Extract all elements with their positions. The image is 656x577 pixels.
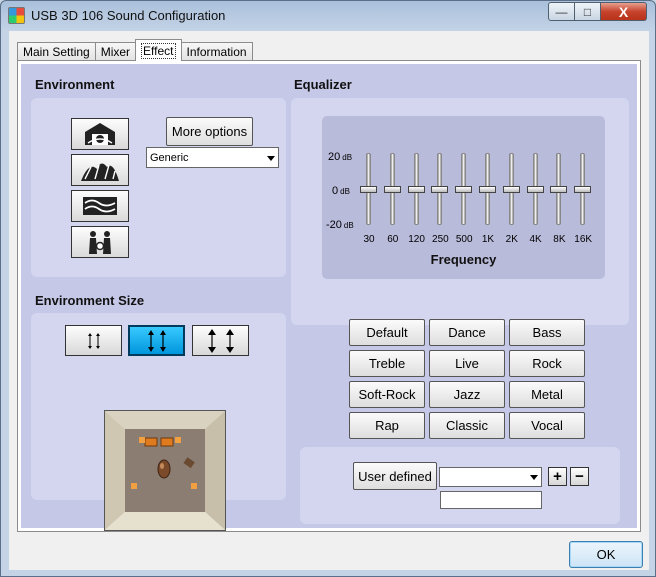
slider-thumb[interactable]	[431, 185, 449, 193]
small-size-icon[interactable]	[65, 325, 122, 356]
tab-label: Mixer	[100, 45, 131, 59]
eq-slider-30[interactable]	[357, 153, 381, 227]
slider-thumb[interactable]	[502, 185, 520, 193]
app-icon	[8, 7, 25, 24]
large-size-icon[interactable]	[192, 325, 249, 356]
concert-hall-icon[interactable]	[71, 154, 129, 186]
preset-classic-button[interactable]: Classic	[429, 412, 505, 439]
slider-thumb[interactable]	[479, 185, 496, 193]
eq-slider-16K[interactable]	[571, 153, 595, 227]
eq-slider-60[interactable]	[381, 153, 405, 227]
environment-title: Environment	[35, 77, 115, 92]
living-room-icon[interactable]	[71, 118, 129, 150]
eq-slider-1K[interactable]	[476, 153, 500, 227]
eq-slider-2K[interactable]	[500, 153, 524, 227]
preset-metal-button[interactable]: Metal	[509, 381, 585, 408]
slider-thumb[interactable]	[526, 185, 544, 193]
chevron-down-icon	[530, 475, 538, 480]
preset-live-button[interactable]: Live	[429, 350, 505, 377]
maximize-button[interactable]: □	[575, 2, 601, 21]
eq-slider-250[interactable]	[428, 153, 452, 227]
slider-thumb[interactable]	[550, 185, 568, 193]
environment-select-value: Generic	[150, 151, 189, 164]
frequency-axis-label: Frequency	[430, 252, 497, 267]
environment-size-title: Environment Size	[35, 293, 145, 308]
eq-slider-8K[interactable]	[547, 153, 571, 227]
title-bar[interactable]: USB 3D 106 Sound Configuration — □ X	[1, 1, 655, 31]
environment-select[interactable]: Generic	[146, 147, 279, 168]
eq-slider-500[interactable]	[452, 153, 476, 227]
close-button[interactable]: X	[601, 2, 647, 21]
chevron-down-icon	[267, 155, 275, 161]
remove-preset-button[interactable]: −	[570, 467, 589, 486]
ok-button[interactable]: OK	[569, 541, 643, 568]
tab-label: Information	[186, 45, 247, 59]
preset-bass-button[interactable]: Bass	[509, 319, 585, 346]
medium-size-icon[interactable]	[128, 325, 185, 356]
tab-strip: Main Setting Mixer Effect Information	[17, 39, 253, 61]
tab-label: Main Setting	[23, 45, 90, 59]
underwater-icon[interactable]	[71, 190, 129, 222]
preset-soft-rock-button[interactable]: Soft-Rock	[349, 381, 425, 408]
slider-thumb[interactable]	[383, 185, 401, 193]
headphone-listener-icon[interactable]	[71, 226, 129, 258]
preset-treble-button[interactable]: Treble	[349, 350, 425, 377]
preset-default-button[interactable]: Default	[349, 319, 425, 346]
preset-rock-button[interactable]: Rock	[509, 350, 585, 377]
slider-thumb[interactable]	[455, 185, 473, 193]
db-label-top: 20 dB	[328, 151, 353, 163]
preset-dance-button[interactable]: Dance	[429, 319, 505, 346]
eq-freq-label: 16K	[574, 234, 593, 245]
preset-rap-button[interactable]: Rap	[349, 412, 425, 439]
tab-mixer[interactable]: Mixer	[94, 42, 137, 61]
equalizer-title: Equalizer	[294, 77, 352, 92]
tab-effect[interactable]: Effect	[135, 39, 182, 61]
dialog-client: Main Setting Mixer Effect Information En…	[9, 31, 649, 570]
preset-name-input[interactable]	[440, 491, 542, 509]
db-label-bottom: -20 dB	[326, 219, 354, 231]
user-defined-select[interactable]	[439, 467, 542, 487]
more-options-button[interactable]: More options	[166, 117, 253, 146]
eq-slider-4K[interactable]	[524, 153, 548, 227]
room-preview	[104, 410, 226, 531]
slider-thumb[interactable]	[574, 185, 592, 193]
slider-thumb[interactable]	[360, 185, 377, 193]
db-label-mid: 0 dB	[332, 185, 350, 197]
equalizer-graph: 20 dB 0 dB -20 dB 30 60 120 250 500 1K 2K 4K 8K 16K …	[322, 116, 605, 279]
add-preset-button[interactable]: +	[548, 467, 567, 486]
preset-vocal-button[interactable]: Vocal	[509, 412, 585, 439]
tab-main-setting[interactable]: Main Setting	[17, 42, 96, 61]
minimize-button[interactable]: —	[548, 2, 575, 21]
window-title: USB 3D 106 Sound Configuration	[31, 8, 226, 23]
eq-slider-120[interactable]	[405, 153, 429, 227]
app-window: USB 3D 106 Sound Configuration — □ X Mai…	[0, 0, 656, 577]
tab-information[interactable]: Information	[180, 42, 253, 61]
effect-tab-panel: Environment More options Generic Environ…	[17, 60, 641, 532]
tab-label: Effect	[141, 42, 176, 59]
effect-page: Environment More options Generic Environ…	[21, 64, 637, 531]
slider-thumb[interactable]	[407, 185, 425, 193]
user-defined-button[interactable]: User defined	[353, 462, 437, 490]
preset-jazz-button[interactable]: Jazz	[429, 381, 505, 408]
